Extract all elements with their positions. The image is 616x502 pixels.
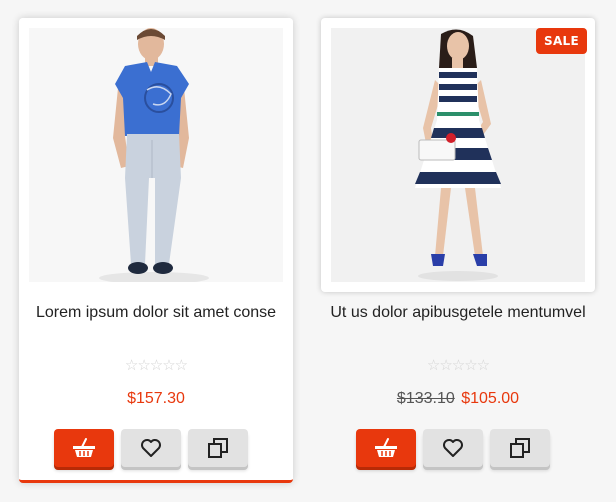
current-price: $105.00	[461, 390, 520, 407]
rating-stars: ☆☆☆☆☆	[19, 356, 293, 374]
add-to-wishlist-button[interactable]	[121, 429, 181, 467]
star-icon: ☆	[476, 356, 490, 374]
basket-icon	[72, 438, 96, 458]
product-price: $133.10 $105.00	[321, 390, 595, 408]
compare-icon	[509, 437, 531, 459]
star-icon: ☆	[426, 356, 440, 374]
star-icon: ☆	[174, 356, 188, 374]
product-title[interactable]: Ut us dolor apibusgetele mentumvel	[327, 302, 589, 323]
rating-stars: ☆☆☆☆☆	[321, 356, 595, 374]
product-card[interactable]: Lorem ipsum dolor sit amet conse ☆☆☆☆☆ $…	[19, 18, 293, 483]
star-icon: ☆	[451, 356, 465, 374]
star-icon: ☆	[124, 356, 138, 374]
product-image-frame[interactable]: SALE	[321, 18, 595, 292]
current-price: $157.30	[127, 390, 185, 407]
product-card[interactable]: SALE Ut us dolor apibusgetele mentumvel …	[321, 18, 595, 483]
star-icon: ☆	[137, 356, 150, 374]
add-to-cart-button[interactable]	[356, 429, 416, 467]
star-icon: ☆	[162, 356, 175, 374]
product-actions	[54, 429, 248, 467]
product-price: $157.30	[19, 390, 293, 408]
heart-icon	[140, 438, 162, 458]
sale-badge: SALE	[536, 28, 587, 54]
product-actions	[356, 429, 550, 467]
product-title[interactable]: Lorem ipsum dolor sit amet conse	[25, 302, 287, 323]
add-to-compare-button[interactable]	[188, 429, 248, 467]
star-icon: ☆	[149, 356, 163, 374]
add-to-compare-button[interactable]	[490, 429, 550, 467]
star-icon: ☆	[439, 356, 452, 374]
product-image[interactable]	[29, 28, 283, 282]
basket-icon	[374, 438, 398, 458]
heart-icon	[442, 438, 464, 458]
product-image-frame[interactable]	[19, 18, 293, 292]
old-price: $133.10	[396, 390, 455, 407]
product-image[interactable]	[331, 28, 585, 282]
product-grid: Lorem ipsum dolor sit amet conse ☆☆☆☆☆ $…	[0, 0, 616, 502]
add-to-wishlist-button[interactable]	[423, 429, 483, 467]
add-to-cart-button[interactable]	[54, 429, 114, 467]
compare-icon	[207, 437, 229, 459]
star-icon: ☆	[464, 356, 477, 374]
